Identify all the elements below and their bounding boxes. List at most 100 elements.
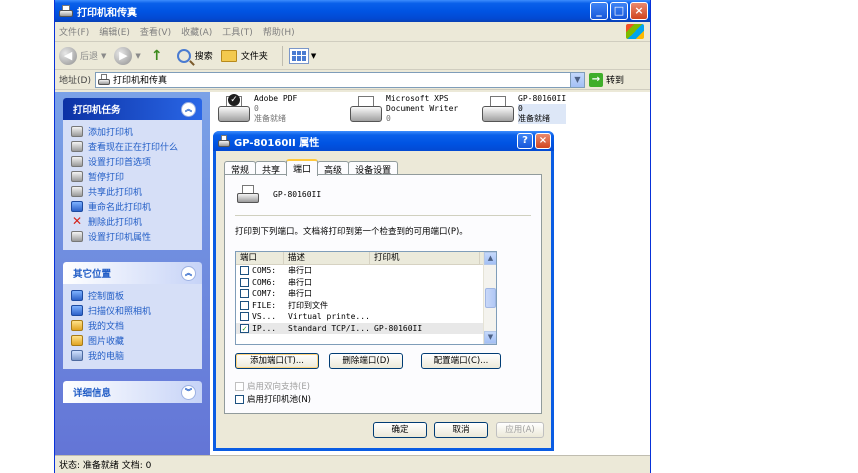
bidirectional-support-checkbox[interactable]: 启用双向支持(E) [235, 380, 310, 392]
port-checkbox[interactable] [240, 312, 249, 322]
expand-icon[interactable]: ︾ [181, 384, 196, 400]
column-header-printer[interactable]: 打印机 [370, 252, 480, 264]
scroll-down-icon[interactable]: ▼ [484, 331, 496, 344]
table-row-selected[interactable]: ✓ IP... Standard TCP/I... GP-80160II [236, 322, 496, 334]
delete-port-button[interactable]: 删除端口(D) [329, 353, 403, 369]
place-scanners-cameras[interactable]: 扫描仪和照相机 [71, 303, 196, 318]
scroll-up-icon[interactable]: ▲ [484, 252, 496, 265]
menu-edit[interactable]: 编辑(E) [99, 25, 130, 38]
status-bar: 状态: 准备就绪 文档: 0 [55, 455, 650, 473]
printer-properties-dialog: GP-80160II 属性 ? × 常规 共享 端口 高级 设备设置 GP-80… [213, 131, 554, 451]
address-label: 地址(D) [59, 76, 91, 86]
scanner-camera-icon [71, 305, 83, 316]
table-row[interactable]: COM7: 串行口 [236, 288, 496, 300]
menu-help[interactable]: 帮助(H) [263, 25, 295, 38]
place-my-computer[interactable]: 我的电脑 [71, 348, 196, 363]
minimize-button[interactable]: _ [590, 2, 608, 20]
search-button[interactable]: 搜索 [176, 48, 213, 63]
configure-port-button[interactable]: 配置端口(C)... [421, 353, 501, 369]
details-panel: 详细信息 ︾ [63, 381, 202, 403]
dialog-titlebar[interactable]: GP-80160II 属性 ? × [213, 131, 554, 151]
add-port-button[interactable]: 添加端口(T)... [235, 353, 319, 369]
address-input[interactable]: 打印机和传真 ▼ [94, 71, 585, 88]
checkbox[interactable] [235, 381, 244, 391]
menu-file[interactable]: 文件(F) [59, 25, 89, 38]
close-button[interactable]: × [630, 2, 648, 20]
printer-item-microsoft-xps[interactable]: Microsoft XPS Document Writer 0 [350, 94, 468, 124]
column-header-port[interactable]: 端口 [236, 252, 284, 264]
dialog-close-button[interactable]: × [535, 133, 551, 149]
place-control-panel[interactable]: 控制面板 [71, 288, 196, 303]
printer-item-adobe-pdf[interactable]: ✓ Adobe PDF 0 准备就绪 [218, 94, 336, 124]
go-button[interactable]: → 转到 [588, 72, 624, 87]
task-add-printer[interactable]: 添加打印机 [71, 124, 196, 139]
table-row[interactable]: COM5: 串行口 [236, 265, 496, 277]
search-icon [176, 48, 191, 63]
table-row[interactable]: FILE: 打印到文件 [236, 300, 496, 312]
place-my-documents[interactable]: 我的文档 [71, 318, 196, 333]
checkbox[interactable] [235, 394, 244, 404]
cancel-button[interactable]: 取消 [434, 422, 488, 438]
printer-icon [482, 94, 514, 124]
chevron-down-icon: ▼ [135, 51, 141, 60]
folders-button[interactable]: 文件夹 [220, 49, 268, 62]
rename-icon [71, 201, 83, 212]
task-see-printing[interactable]: 查看现在正在打印什么 [71, 139, 196, 154]
chevron-down-icon: ▼ [101, 51, 107, 60]
details-header[interactable]: 详细信息 ︾ [63, 381, 202, 403]
tab-sharing[interactable]: 共享 [255, 161, 288, 176]
control-panel-icon [71, 290, 83, 301]
task-rename-printer[interactable]: 重命名此打印机 [71, 199, 196, 214]
port-checkbox[interactable] [240, 266, 249, 276]
views-grid-icon [288, 47, 309, 64]
menu-tools[interactable]: 工具(T) [222, 25, 253, 38]
column-header-description[interactable]: 描述 [284, 252, 370, 264]
folder-icon [220, 49, 237, 62]
table-row[interactable]: VS... Virtual printe... [236, 311, 496, 323]
apply-button[interactable]: 应用(A) [496, 422, 544, 438]
divider [235, 215, 531, 216]
port-checkbox[interactable] [240, 277, 249, 287]
scroll-thumb[interactable] [485, 288, 496, 308]
port-list-scrollbar[interactable]: ▲ ▼ [483, 252, 496, 344]
tab-general[interactable]: 常规 [224, 161, 257, 176]
delete-icon: ✕ [71, 214, 83, 228]
task-printer-properties[interactable]: 设置打印机属性 [71, 229, 196, 244]
task-pane: 打印机任务 ︽ 添加打印机 查看现在正在打印什么 设置打印首选项 暂停打印 共享… [55, 92, 210, 455]
other-places-panel: 其它位置 ︽ 控制面板 扫描仪和照相机 我的文档 图片收藏 我的电脑 [63, 262, 202, 369]
collapse-icon[interactable]: ︽ [181, 265, 196, 281]
views-button[interactable]: ▼ [288, 47, 316, 64]
tab-ports[interactable]: 端口 [286, 159, 319, 176]
task-delete-printer[interactable]: ✕ 删除此打印机 [71, 214, 196, 229]
address-dropdown-button[interactable]: ▼ [569, 72, 584, 87]
add-printer-icon [71, 126, 83, 137]
task-pause-printing[interactable]: 暂停打印 [71, 169, 196, 184]
menu-view[interactable]: 查看(V) [140, 25, 171, 38]
window-titlebar[interactable]: 打印机和传真 _ □ × [55, 0, 650, 22]
up-button[interactable]: ↑ [149, 48, 169, 64]
task-printing-preferences[interactable]: 设置打印首选项 [71, 154, 196, 169]
tab-device-settings[interactable]: 设备设置 [348, 161, 399, 176]
menu-favorites[interactable]: 收藏(A) [181, 25, 212, 38]
port-list[interactable]: 端口 描述 打印机 COM5: 串行口 COM6: 串行口 COM7: 串行口 [235, 251, 497, 345]
table-row[interactable]: COM6: 串行口 [236, 277, 496, 289]
printer-pooling-checkbox[interactable]: 启用打印机池(N) [235, 393, 311, 405]
port-checkbox[interactable] [240, 300, 249, 310]
task-share-printer[interactable]: 共享此打印机 [71, 184, 196, 199]
place-my-pictures[interactable]: 图片收藏 [71, 333, 196, 348]
ok-button[interactable]: 确定 [373, 422, 427, 438]
printer-item-gp-80160ii[interactable]: GP-80160II 0 准备就绪 [482, 94, 600, 124]
maximize-button[interactable]: □ [610, 2, 628, 20]
port-checkbox[interactable] [240, 289, 249, 299]
printer-icon [350, 94, 382, 124]
help-button[interactable]: ? [517, 133, 533, 149]
other-places-header[interactable]: 其它位置 ︽ [63, 262, 202, 284]
forward-arrow-icon: ▶ [114, 46, 133, 65]
tab-advanced[interactable]: 高级 [317, 161, 350, 176]
port-checkbox-checked[interactable]: ✓ [240, 323, 249, 333]
printer-tasks-header[interactable]: 打印机任务 ︽ [63, 98, 202, 120]
forward-button[interactable]: ▶ ▼ [114, 46, 141, 65]
back-button[interactable]: ◀ 后退 ▼ [59, 46, 107, 65]
collapse-icon[interactable]: ︽ [181, 101, 196, 117]
computer-icon [71, 350, 83, 361]
